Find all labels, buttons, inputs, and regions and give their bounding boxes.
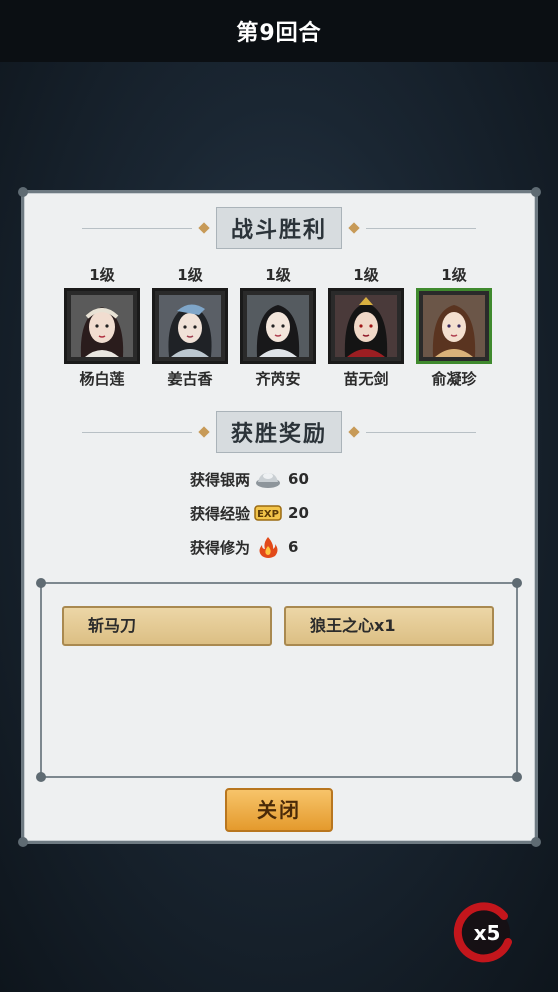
- corner-ornament: [512, 772, 522, 782]
- reward-list: 获得银两 60 获得经验 EXP 20 获得修为 6: [190, 462, 390, 564]
- reward-value: 6: [288, 538, 299, 556]
- hero-level: 1级: [89, 266, 115, 284]
- victory-reward-header: 获胜奖励: [0, 411, 558, 453]
- battle-victory-header: 战斗胜利: [0, 207, 558, 249]
- hero-card[interactable]: 1级 姜古香: [150, 264, 230, 389]
- reward-exp-row: 获得经验 EXP 20: [190, 496, 390, 530]
- hero-portrait: [335, 295, 397, 357]
- hero-level: 1级: [265, 266, 291, 284]
- hero-portrait-frame: [64, 288, 140, 364]
- reward-silver-row: 获得银两 60: [190, 462, 390, 496]
- hero-portrait: [159, 295, 221, 357]
- hero-name: 俞凝珍: [431, 370, 477, 388]
- hero-level: 1级: [353, 266, 379, 284]
- hero-card[interactable]: 1级 齐芮安: [238, 264, 318, 389]
- speed-button[interactable]: x5: [452, 902, 516, 964]
- hero-card[interactable]: 1级 苗无剑: [326, 264, 406, 389]
- item-reward-box: 斩马刀 狼王之心x1: [36, 578, 522, 782]
- hero-portrait-frame: [152, 288, 228, 364]
- corner-ornament: [531, 187, 541, 197]
- hero-name: 杨白莲: [79, 370, 125, 388]
- speed-label: x5: [473, 921, 501, 945]
- hero-portrait-frame: [416, 288, 492, 364]
- hero-level: 1级: [441, 266, 467, 284]
- hero-level: 1级: [177, 266, 203, 284]
- hero-card[interactable]: 1级 俞凝珍: [414, 264, 494, 389]
- reward-cultivation-row: 获得修为 6: [190, 530, 390, 564]
- top-bar: 第9回合: [0, 0, 558, 62]
- round-title: 第9回合: [236, 21, 322, 46]
- reward-label: 获得经验: [190, 504, 251, 523]
- flame-icon: [254, 535, 282, 559]
- corner-ornament: [512, 578, 522, 588]
- hero-portrait: [71, 295, 133, 357]
- battle-victory-title: 战斗胜利: [215, 207, 342, 249]
- corner-ornament: [36, 578, 46, 588]
- reward-label: 获得修为: [190, 538, 251, 557]
- close-button[interactable]: 关闭: [225, 788, 333, 832]
- reward-label: 获得银两: [190, 470, 251, 489]
- hero-portrait: [247, 295, 309, 357]
- item-slot[interactable]: 斩马刀: [62, 606, 272, 646]
- hero-name: 姜古香: [167, 370, 213, 388]
- hero-list: 1级 杨白莲 1级 姜古香 1级 齐芮安 1级 苗无剑 1级 俞凝珍: [60, 264, 500, 394]
- corner-ornament: [531, 837, 541, 847]
- hero-portrait-frame: [328, 288, 404, 364]
- corner-ornament: [18, 187, 28, 197]
- item-slot[interactable]: 狼王之心x1: [284, 606, 494, 646]
- exp-icon: EXP: [254, 501, 282, 525]
- reward-value: 60: [288, 470, 309, 488]
- svg-text:EXP: EXP: [257, 509, 279, 520]
- hero-name: 齐芮安: [255, 370, 301, 388]
- silver-ingot-icon: [254, 467, 282, 491]
- hero-portrait-frame: [240, 288, 316, 364]
- hero-card[interactable]: 1级 杨白莲: [62, 264, 142, 389]
- reward-value: 20: [288, 504, 309, 522]
- victory-reward-title: 获胜奖励: [215, 411, 342, 453]
- hero-name: 苗无剑: [343, 370, 389, 388]
- corner-ornament: [36, 772, 46, 782]
- corner-ornament: [18, 837, 28, 847]
- hero-portrait: [423, 295, 485, 357]
